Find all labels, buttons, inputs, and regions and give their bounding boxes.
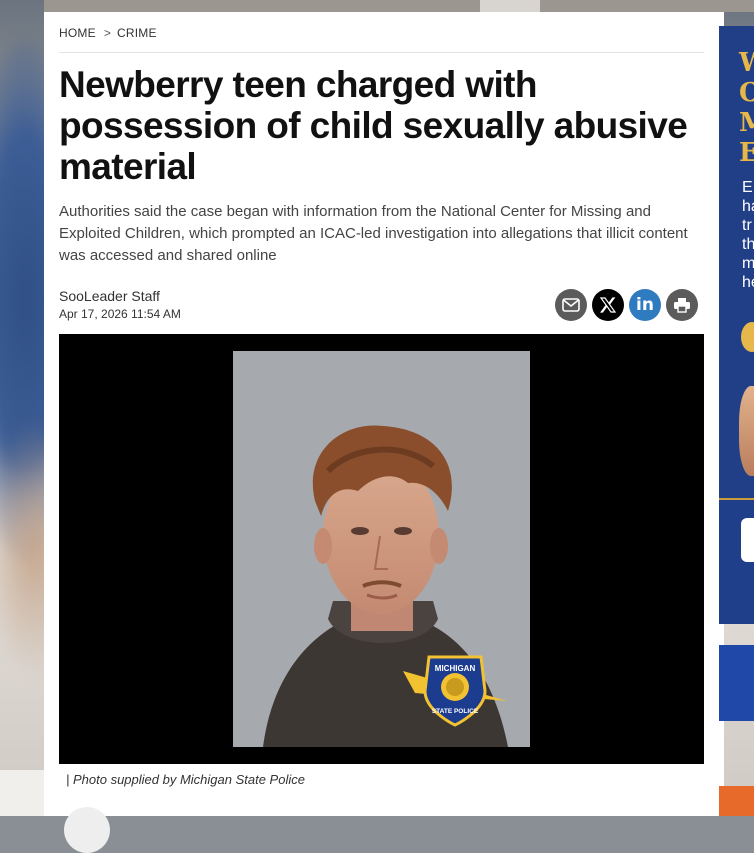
- ad-text-line: he: [742, 274, 754, 291]
- breadcrumb-home[interactable]: HOME: [59, 26, 96, 40]
- ad-text-line: m: [742, 255, 754, 272]
- ad-headline: W O M E: [739, 48, 754, 168]
- mugshot-illustration: MICHIGAN STATE POLICE: [233, 351, 530, 747]
- sidebar-ad-secondary[interactable]: [719, 645, 754, 721]
- avatar[interactable]: [64, 807, 110, 853]
- ad-text-line: th: [742, 236, 754, 253]
- printer-icon: [674, 298, 690, 313]
- linkedin-icon: in: [636, 295, 654, 315]
- badge-text-bottom: STATE POLICE: [432, 708, 479, 715]
- breadcrumb-separator: >: [103, 26, 112, 40]
- photo-caption: | Photo supplied by Michigan State Polic…: [66, 772, 305, 787]
- sidebar-ad[interactable]: W O M E E ha tr th m he: [719, 26, 754, 624]
- share-bar: in: [555, 289, 698, 321]
- share-linkedin-button[interactable]: in: [629, 289, 661, 321]
- breadcrumb-section[interactable]: CRIME: [117, 26, 157, 40]
- article-headline: Newberry teen charged with possession of…: [59, 64, 688, 187]
- ad-body-text: E ha tr th m he: [742, 178, 754, 292]
- breadcrumb: HOME > CRIME: [59, 26, 704, 53]
- article-card: HOME > CRIME Newberry teen charged with po…: [44, 12, 724, 853]
- ad-letter: M: [739, 108, 754, 138]
- ad-logo: [741, 518, 754, 562]
- bg-topband: [44, 0, 754, 12]
- article-photo[interactable]: MICHIGAN STATE POLICE: [59, 334, 704, 764]
- mugshot-image: MICHIGAN STATE POLICE: [233, 351, 530, 747]
- print-button[interactable]: [666, 289, 698, 321]
- x-logo-icon: [599, 297, 617, 313]
- ad-text-line: tr: [742, 217, 752, 234]
- ad-letter: W: [739, 48, 754, 78]
- ad-text-line: ha: [742, 198, 754, 215]
- ad-letter: E: [739, 138, 754, 168]
- sidebar-ad-tertiary[interactable]: [719, 786, 754, 816]
- article-author[interactable]: SooLeader Staff: [59, 288, 160, 304]
- ad-text-line: E: [742, 179, 753, 196]
- article-subheadline: Authorities said the case began with inf…: [59, 203, 688, 264]
- share-email-button[interactable]: [555, 289, 587, 321]
- share-x-button[interactable]: [592, 289, 624, 321]
- article-date: Apr 17, 2026 11:54 AM: [59, 307, 181, 321]
- ad-divider: [719, 498, 754, 500]
- ad-letter: O: [739, 78, 754, 108]
- ad-photo: [739, 386, 754, 476]
- bg-topband-light: [480, 0, 540, 12]
- badge-text-top: MICHIGAN: [435, 664, 476, 673]
- envelope-icon: [562, 298, 580, 312]
